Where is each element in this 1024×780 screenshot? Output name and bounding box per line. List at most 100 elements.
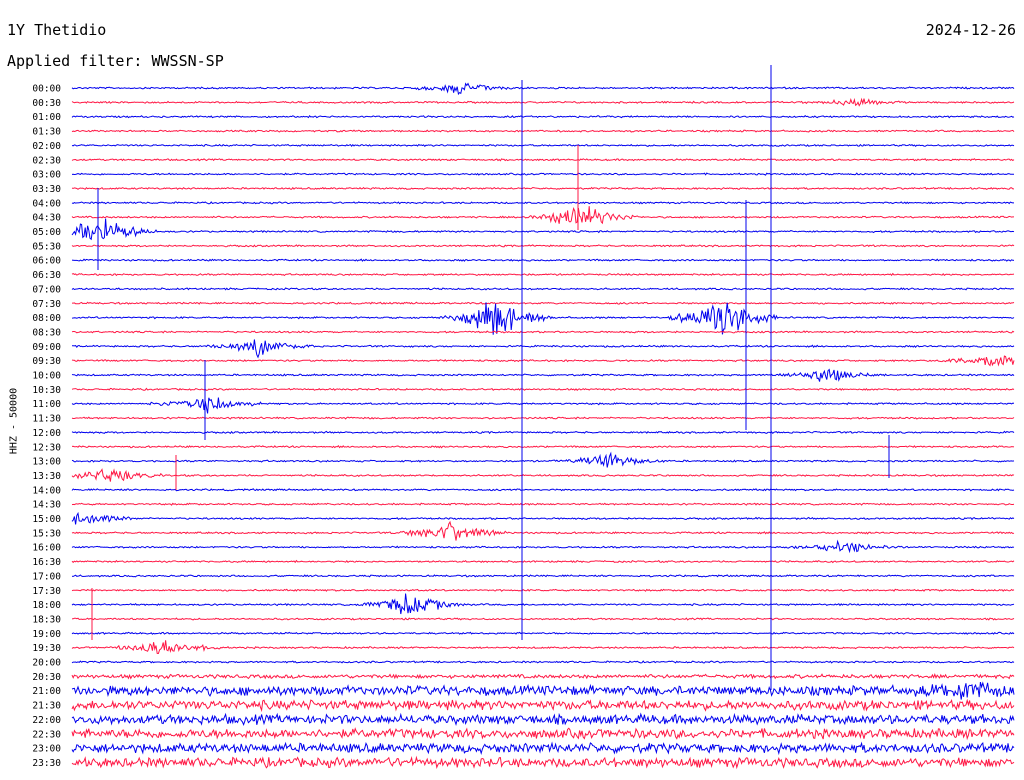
trace-row-1630 [71, 559, 1015, 564]
trace-row-2100 [71, 681, 1015, 700]
tick-label-0000: 00:00 [32, 84, 61, 95]
tick-label-1030: 10:30 [32, 385, 61, 396]
trace-row-1600 [71, 539, 1015, 554]
tick-label-0200: 02:00 [32, 141, 61, 152]
trace-row-0400 [71, 201, 1014, 205]
tick-label-2300: 23:00 [32, 744, 61, 755]
tick-label-0930: 09:30 [32, 356, 61, 367]
tick-label-2200: 22:00 [32, 715, 61, 726]
trace-row-0330 [71, 186, 1014, 191]
tick-label-1900: 19:00 [32, 629, 61, 640]
tick-label-0100: 01:00 [32, 112, 61, 123]
trace-row-1900 [71, 631, 1015, 635]
trace-row-1030 [71, 387, 1015, 392]
trace-row-2200 [71, 712, 1015, 726]
tick-label-2000: 20:00 [32, 658, 61, 669]
tick-label-0600: 06:00 [32, 256, 61, 267]
tick-label-1130: 11:30 [32, 414, 61, 425]
trace-row-0300 [71, 172, 1014, 176]
tick-label-1500: 15:00 [32, 514, 61, 525]
seismic-traces [71, 82, 1015, 770]
trace-row-1930 [71, 640, 1015, 655]
tick-label-1530: 15:30 [32, 528, 61, 539]
time-tick-labels: 00:00 00:30 01:00 01:30 02:00 02:30 03:00 03:30… [32, 84, 61, 769]
trace-row-0530 [71, 244, 1015, 248]
tick-label-1400: 14:00 [32, 485, 61, 496]
tick-label-0300: 03:00 [32, 170, 61, 181]
trace-row-0730 [72, 301, 1015, 305]
tick-label-2330: 23:30 [32, 758, 61, 769]
tick-label-2100: 21:00 [32, 686, 61, 697]
trace-row-0600 [71, 258, 1015, 262]
tick-label-0730: 07:30 [32, 299, 61, 310]
helicorder-plot: 00:00 00:30 01:00 01:30 02:00 02:30 03:00 03:30… [32, 65, 1015, 770]
tick-label-1800: 18:00 [32, 600, 61, 611]
trace-row-2030 [71, 672, 1015, 680]
tick-label-0700: 07:00 [32, 284, 61, 295]
trace-row-1330 [71, 468, 1015, 482]
tick-label-0530: 05:30 [32, 241, 61, 252]
trace-row-2000 [71, 660, 1015, 664]
tick-label-1600: 16:00 [32, 543, 61, 554]
trace-row-1400 [71, 488, 1015, 492]
tick-label-0430: 04:30 [32, 213, 61, 224]
tick-label-1430: 14:30 [32, 500, 61, 511]
trace-row-0700 [71, 287, 1015, 291]
trace-row-0630 [71, 272, 1015, 277]
tick-label-1830: 18:30 [32, 614, 61, 625]
tick-label-0230: 02:30 [32, 155, 61, 166]
tick-label-0800: 08:00 [32, 313, 61, 324]
tick-label-1100: 11:00 [32, 399, 61, 410]
tick-label-1700: 17:00 [32, 571, 61, 582]
trace-row-2300 [71, 741, 1015, 756]
trace-row-1730 [71, 588, 1015, 592]
tick-label-1300: 13:00 [32, 457, 61, 468]
trace-row-1500 [71, 511, 1015, 525]
tick-label-1330: 13:30 [32, 471, 61, 482]
tick-label-0330: 03:30 [32, 184, 61, 195]
tick-label-1000: 10:00 [32, 371, 61, 382]
trace-row-0030 [71, 97, 1015, 107]
trace-row-1230 [71, 445, 1015, 449]
tick-label-2130: 21:30 [32, 701, 61, 712]
tick-label-0500: 05:00 [32, 227, 61, 238]
trace-row-1200 [71, 430, 1015, 435]
trace-row-0100 [71, 115, 1015, 119]
trace-row-2230 [71, 727, 1015, 741]
trace-row-0430 [71, 206, 1014, 225]
trace-row-1130 [71, 416, 1015, 420]
tick-label-1200: 12:00 [32, 428, 61, 439]
tick-label-0130: 01:30 [32, 127, 61, 138]
tick-label-2030: 20:30 [32, 672, 61, 683]
tick-label-0900: 09:00 [32, 342, 61, 353]
tick-label-1930: 19:30 [32, 643, 61, 654]
tick-label-0630: 06:30 [32, 270, 61, 281]
trace-row-2130 [71, 698, 1015, 713]
tick-label-1730: 17:30 [32, 586, 61, 597]
tick-label-0030: 00:30 [32, 98, 61, 109]
trace-row-0800 [71, 302, 1015, 335]
trace-row-1530 [71, 520, 1015, 541]
trace-row-0000 [71, 82, 1015, 96]
tick-label-1230: 12:30 [32, 442, 61, 453]
trace-row-0500 [71, 218, 1015, 241]
tick-label-1630: 16:30 [32, 557, 61, 568]
tick-label-2230: 22:30 [32, 729, 61, 740]
trace-row-0930 [71, 355, 1015, 367]
tick-label-0830: 08:30 [32, 327, 61, 338]
trace-row-0900 [72, 339, 1015, 359]
trace-row-0130 [71, 129, 1015, 133]
transient-spikes [91, 65, 890, 690]
trace-row-1300 [71, 451, 1015, 468]
trace-row-0230 [71, 158, 1015, 162]
tick-label-0400: 04:00 [32, 198, 61, 209]
trace-row-1830 [71, 617, 1015, 621]
trace-row-0830 [71, 330, 1015, 334]
trace-row-1430 [71, 502, 1015, 506]
trace-row-0200 [71, 143, 1015, 148]
trace-row-1800 [71, 593, 1015, 615]
trace-row-1000 [71, 368, 1015, 382]
trace-row-2330 [71, 755, 1015, 770]
trace-row-1100 [71, 397, 1015, 414]
trace-row-1700 [71, 574, 1015, 578]
